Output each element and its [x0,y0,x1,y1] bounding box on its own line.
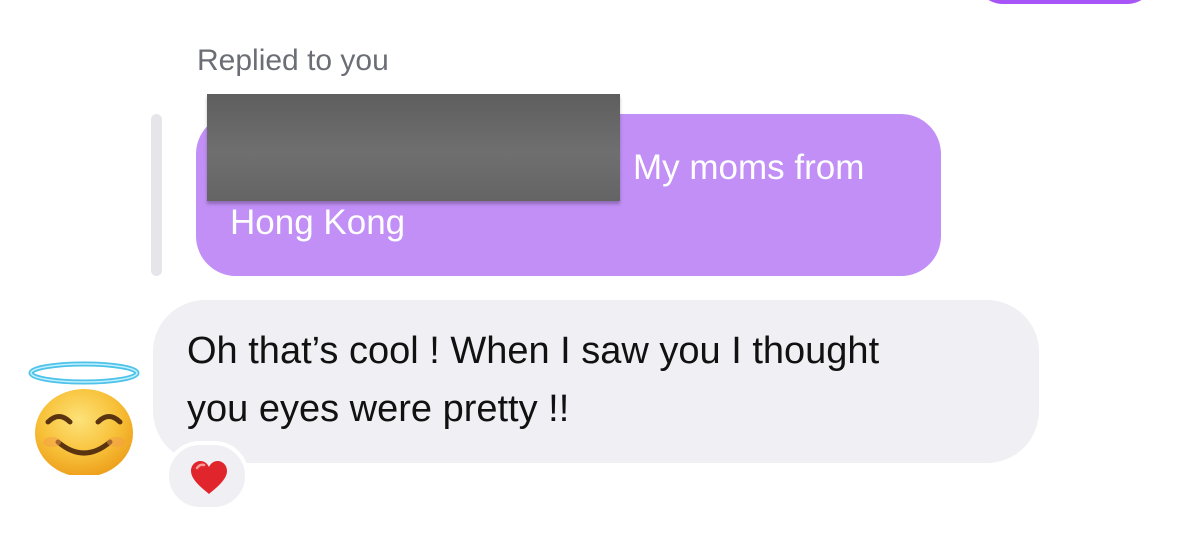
message-line-1: Oh that’s cool ! When I saw you I though… [187,330,880,372]
received-message-bubble[interactable] [153,300,1039,463]
quoted-message-line-1: My moms from [633,148,865,187]
quoted-message-line-2: Hong Kong [230,203,406,242]
reply-context-label: Replied to you [197,44,389,77]
previous-sent-message-bubble[interactable] [975,0,1155,4]
redaction-box [207,94,620,201]
smiling-face-with-halo-icon[interactable] [28,360,140,477]
red-heart-icon [191,461,227,494]
reaction-badge[interactable] [165,441,249,511]
message-line-2: you eyes were pretty !! [187,388,570,430]
reply-indicator-bar [151,114,162,276]
